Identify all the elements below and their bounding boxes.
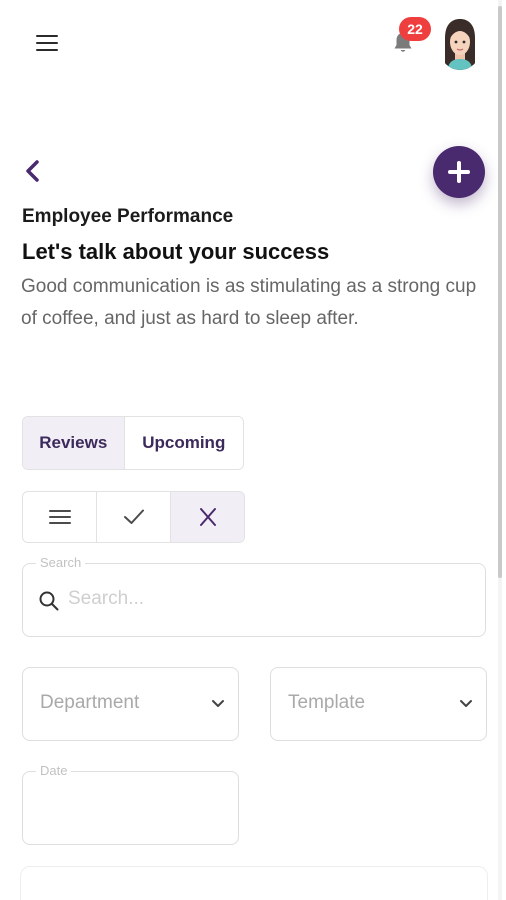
filter-approved-button[interactable] [96,492,170,542]
filter-all-button[interactable] [23,492,96,542]
chevron-down-icon [212,700,224,707]
review-tabs: Reviews Upcoming [22,416,244,470]
list-icon [49,510,71,524]
date-field[interactable]: Date [22,763,239,845]
template-placeholder: Template [288,692,366,713]
department-select[interactable]: Department [22,667,239,741]
add-button[interactable] [433,146,485,198]
search-icon [39,591,59,611]
date-label: Date [36,763,72,778]
review-list-card [20,866,488,900]
page-title: Let's talk about your success [22,239,330,264]
page-subtitle: Good communication is as stimulating as … [21,276,477,329]
search-input[interactable]: Search Search... [22,555,486,637]
search-placeholder: Search... [68,588,145,609]
avatar[interactable] [440,18,480,70]
back-icon[interactable] [19,156,47,186]
menu-icon[interactable] [32,33,62,53]
template-select[interactable]: Template [270,667,487,741]
employee-performance-screen: 22 Employee Performance Let's talk about… [0,0,506,900]
chevron-down-icon [460,700,472,707]
search-label: Search [36,555,86,570]
filter-rejected-button[interactable] [170,492,244,542]
tab-upcoming[interactable]: Upcoming [124,417,243,469]
section-eyebrow: Employee Performance [22,206,234,227]
close-icon [200,508,216,526]
department-placeholder: Department [40,692,140,713]
check-icon [124,509,144,524]
tab-reviews[interactable]: Reviews [23,417,125,469]
scrollbar-thumb[interactable] [498,6,502,578]
notification-badge: 22 [399,17,431,41]
status-filter-group [22,491,245,543]
